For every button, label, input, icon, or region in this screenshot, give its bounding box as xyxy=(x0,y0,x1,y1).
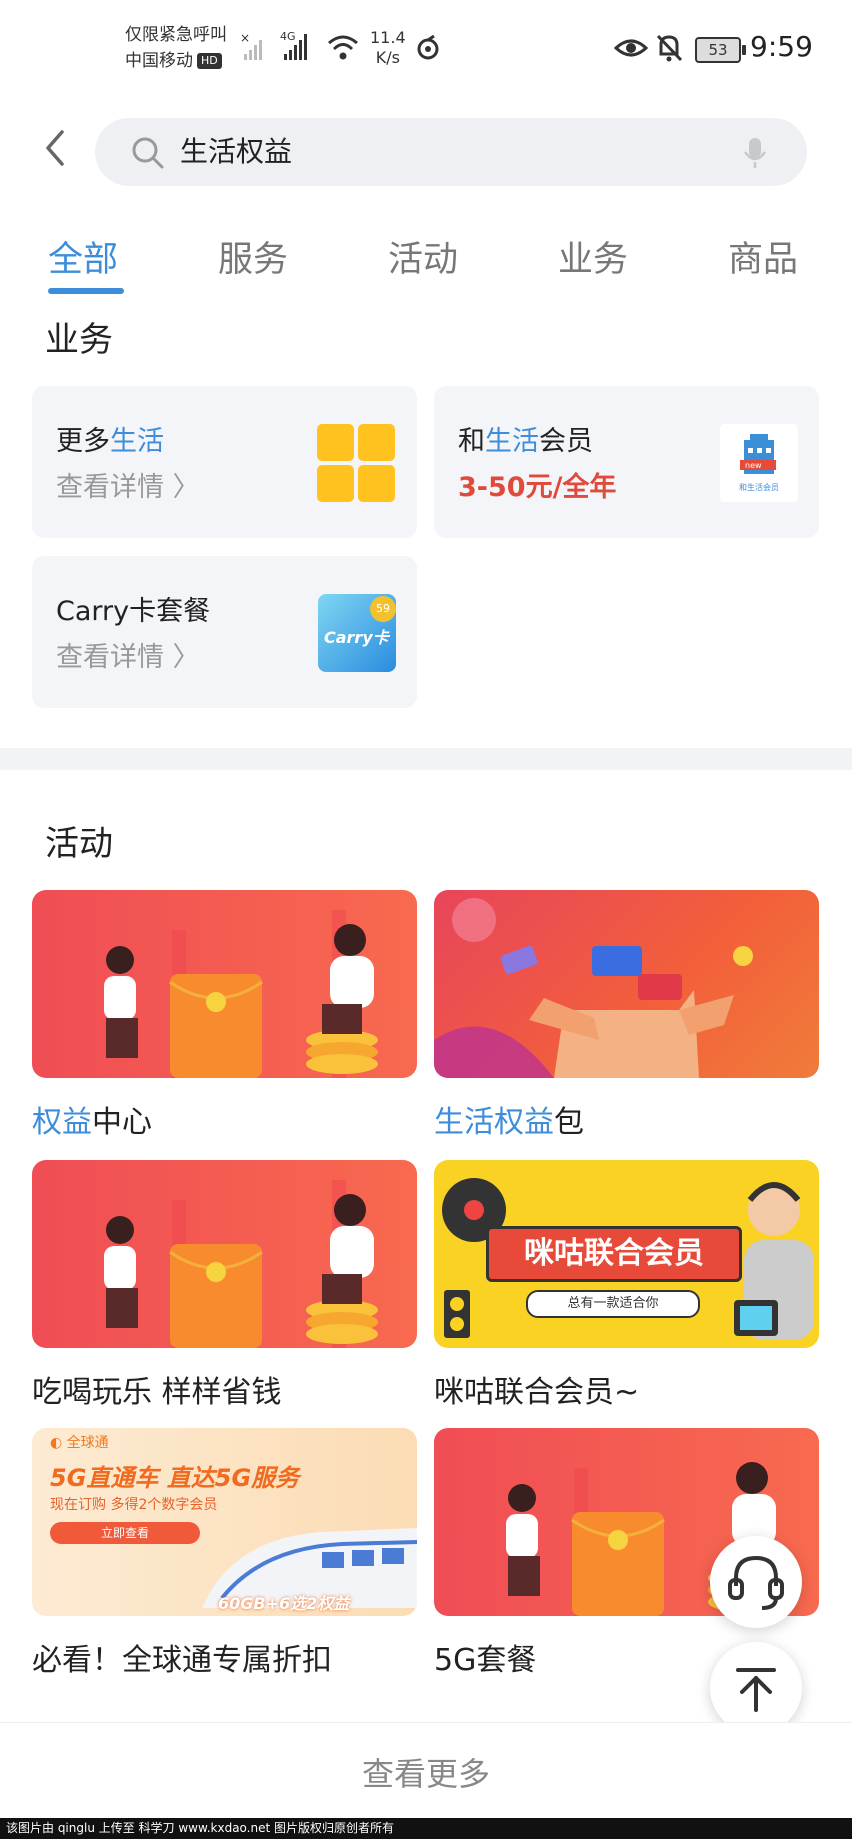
business-card-more-life[interactable]: 更多生活 查看详情 〉 xyxy=(32,386,417,538)
svg-text:×: × xyxy=(240,31,250,45)
carry-logo-text: Carry卡 xyxy=(324,628,389,647)
gift-box-illustration xyxy=(434,898,753,1078)
tab-products[interactable]: 商品 xyxy=(728,236,798,284)
tab-all[interactable]: 全部 xyxy=(48,236,118,284)
swirl-icon xyxy=(417,34,439,60)
carrier-line2: 中国移动 xyxy=(125,51,193,71)
tab-active-indicator xyxy=(48,288,124,294)
search-icon xyxy=(132,137,164,169)
thumb-caption: 和生活会员 xyxy=(739,483,779,492)
global-pass-headline: 5G直通车 直达5G服务 xyxy=(50,1464,300,1492)
net-speed: 11.4 K/s xyxy=(370,28,406,68)
grid-apps-icon xyxy=(317,424,395,502)
activity-caption: 权益中心 xyxy=(32,1105,152,1140)
business-section-title: 业务 xyxy=(45,320,113,360)
hd-badge: HD xyxy=(197,53,222,69)
new-badge: new xyxy=(745,461,762,470)
eye-icon xyxy=(614,39,648,57)
view-more-bar[interactable]: 查看更多 xyxy=(0,1722,852,1819)
signal-icon: × 4G xyxy=(240,30,307,60)
global-pass-tag: 60GB+6选2权益 xyxy=(218,1594,350,1613)
arrow-up-to-top-icon xyxy=(736,1668,776,1712)
wifi-icon xyxy=(328,35,358,60)
red-envelope-illustration xyxy=(104,1180,378,1348)
activity-caption: 5G套餐 xyxy=(434,1643,537,1678)
mute-bell-icon xyxy=(656,34,683,62)
carrier-line1: 仅限紧急呼叫 xyxy=(125,25,227,45)
section-divider xyxy=(0,748,852,770)
view-details-link[interactable]: 查看详情 〉 xyxy=(56,470,200,506)
card-title: 更多生活 xyxy=(56,426,164,457)
card-title: Carry卡套餐 xyxy=(56,596,211,627)
card-title: 和生活会员 xyxy=(458,426,593,457)
life-member-thumbnail: new 和生活会员 xyxy=(720,424,798,502)
tab-activities[interactable]: 活动 xyxy=(388,236,458,284)
business-card-life-member[interactable]: 和生活会员 3-50元/全年 new 和生活会员 xyxy=(434,386,819,538)
activity-caption: 生活权益包 xyxy=(434,1105,584,1140)
status-bar: 仅限紧急呼叫 中国移动 HD × 4G 11.4 K/s 53 9:59 xyxy=(0,0,852,100)
view-now-button[interactable]: 立即查看 xyxy=(50,1522,200,1544)
headset-icon xyxy=(728,1555,784,1610)
activity-banner-migu[interactable]: 咪咕联合会员 总有一款适合你 xyxy=(434,1160,819,1348)
back-to-top-button[interactable] xyxy=(710,1642,802,1734)
carry-card-thumbnail: 59 Carry卡 xyxy=(318,594,396,672)
tab-business[interactable]: 业务 xyxy=(558,236,628,284)
clock: 9:59 xyxy=(750,30,813,63)
customer-service-button[interactable] xyxy=(710,1536,802,1628)
global-pass-brand: ◐ 全球通 xyxy=(50,1435,109,1451)
view-more-label[interactable]: 查看更多 xyxy=(0,1749,852,1795)
net-speed-unit: K/s xyxy=(375,48,400,67)
activities-section-title: 活动 xyxy=(45,824,113,864)
activity-banner-life-benefits-pack[interactable] xyxy=(434,890,819,1078)
battery-icon: 53 xyxy=(695,37,746,63)
price-badge: 59 xyxy=(370,596,396,622)
back-arrow-icon[interactable] xyxy=(40,128,70,168)
tab-services[interactable]: 服务 xyxy=(218,236,288,284)
activity-caption: 必看！全球通专属折扣 xyxy=(32,1643,332,1678)
activity-banner-eat-drink[interactable] xyxy=(32,1160,417,1348)
microphone-icon[interactable] xyxy=(743,136,767,170)
migu-banner-subtitle: 总有一款适合你 xyxy=(526,1290,700,1318)
carrier-info: 仅限紧急呼叫 中国移动 HD xyxy=(125,22,227,74)
business-card-carry[interactable]: Carry卡套餐 查看详情 〉 59 Carry卡 xyxy=(32,556,417,708)
watermark-footer: 该图片由 qinglu 上传至 科学刀 www.kxdao.net 图片版权归原… xyxy=(0,1818,852,1839)
network-type: 4G xyxy=(280,30,296,43)
activity-banner-benefits-center[interactable] xyxy=(32,890,417,1078)
migu-banner-title: 咪咕联合会员 xyxy=(486,1226,742,1282)
global-pass-subtitle: 现在订购 多得2个数字会员 xyxy=(50,1497,218,1513)
activity-caption: 吃喝玩乐 样样省钱 xyxy=(32,1375,282,1410)
view-details-link[interactable]: 查看详情 〉 xyxy=(56,640,200,676)
price-text: 3-50元/全年 xyxy=(458,472,617,503)
search-bar[interactable]: 生活权益 xyxy=(95,118,807,186)
activity-banner-global-pass[interactable]: ◐ 全球通 5G直通车 直达5G服务 现在订购 多得2个数字会员 立即查看 60… xyxy=(32,1428,417,1616)
net-speed-value: 11.4 xyxy=(370,28,406,47)
search-input[interactable]: 生活权益 xyxy=(180,134,292,170)
red-envelope-illustration xyxy=(104,910,378,1078)
activity-caption: 咪咕联合会员~ xyxy=(434,1375,640,1410)
